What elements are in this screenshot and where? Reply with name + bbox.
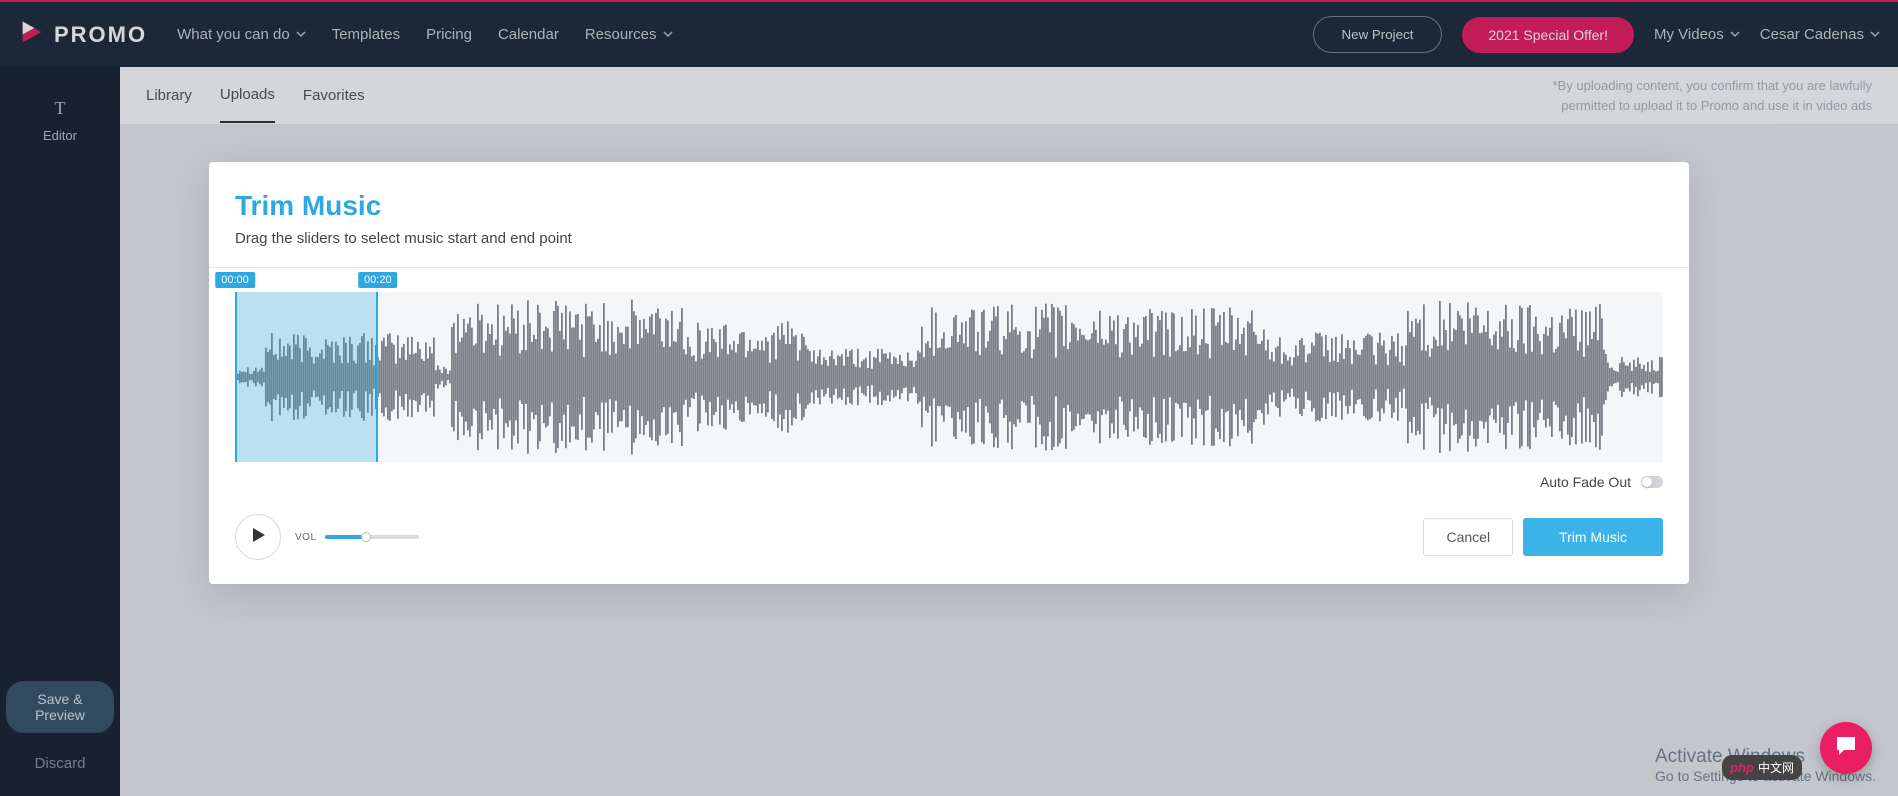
fade-row: Auto Fade Out	[209, 462, 1689, 490]
logo-icon	[18, 18, 46, 51]
time-start-badge[interactable]: 00:00	[215, 272, 255, 288]
upload-disclaimer: *By uploading content, you confirm that …	[1512, 76, 1872, 115]
waveform[interactable]	[235, 292, 1663, 462]
auto-fade-out-toggle[interactable]	[1641, 476, 1663, 488]
volume-label: VOL	[295, 532, 317, 543]
chat-icon	[1833, 733, 1859, 764]
svg-text:T: T	[55, 98, 66, 118]
logo[interactable]: PROMO	[18, 18, 147, 51]
chevron-down-icon	[1870, 26, 1880, 43]
chevron-down-icon	[663, 26, 673, 43]
modal-subtitle: Drag the sliders to select music start a…	[235, 230, 1663, 247]
chat-fab[interactable]	[1820, 722, 1872, 774]
php-cn-badge[interactable]: php 中文网	[1722, 755, 1802, 780]
time-end-badge[interactable]: 00:20	[358, 272, 398, 288]
waveform-container: 00:00 00:20	[235, 272, 1663, 462]
trim-music-modal: Trim Music Drag the sliders to select mu…	[209, 162, 1689, 584]
nav-templates[interactable]: Templates	[332, 26, 400, 43]
nav-resources[interactable]: Resources	[585, 26, 673, 43]
selection-range[interactable]	[235, 292, 378, 462]
logo-text: PROMO	[54, 22, 147, 48]
nav-what-you-can-do[interactable]: What you can do	[177, 26, 306, 43]
chevron-down-icon	[1730, 26, 1740, 43]
tab-favorites[interactable]: Favorites	[303, 69, 365, 122]
discard-button[interactable]: Discard	[0, 741, 120, 796]
chevron-down-icon	[296, 26, 306, 43]
user-menu[interactable]: Cesar Cadenas	[1760, 26, 1880, 43]
topbar: PROMO What you can do Templates Pricing …	[0, 2, 1898, 67]
content-header: Library Uploads Favorites *By uploading …	[120, 67, 1898, 125]
save-preview-button[interactable]: Save & Preview	[6, 681, 114, 733]
sidebar-editor[interactable]: T Editor	[0, 85, 120, 155]
new-project-button[interactable]: New Project	[1313, 16, 1443, 53]
nav-calendar[interactable]: Calendar	[498, 26, 559, 43]
modal-footer: VOL Cancel Trim Music	[209, 490, 1689, 560]
tab-uploads[interactable]: Uploads	[220, 68, 275, 123]
modal-header: Trim Music Drag the sliders to select mu…	[209, 190, 1689, 268]
text-icon: T	[49, 97, 71, 122]
my-videos-link[interactable]: My Videos	[1654, 26, 1740, 43]
play-icon	[250, 527, 266, 548]
cancel-button[interactable]: Cancel	[1423, 518, 1513, 556]
modal-title: Trim Music	[235, 190, 1663, 222]
sidebar: T Editor Save & Preview Discard	[0, 67, 120, 796]
volume-slider[interactable]	[325, 535, 419, 539]
trim-music-button[interactable]: Trim Music	[1523, 518, 1663, 556]
tab-library[interactable]: Library	[146, 69, 192, 122]
auto-fade-out-label: Auto Fade Out	[1540, 474, 1631, 490]
nav-items: What you can do Templates Pricing Calend…	[177, 26, 672, 43]
topbar-right: New Project 2021 Special Offer! My Video…	[1313, 16, 1880, 53]
special-offer-button[interactable]: 2021 Special Offer!	[1462, 17, 1634, 53]
play-button[interactable]	[235, 514, 281, 560]
nav-pricing[interactable]: Pricing	[426, 26, 472, 43]
